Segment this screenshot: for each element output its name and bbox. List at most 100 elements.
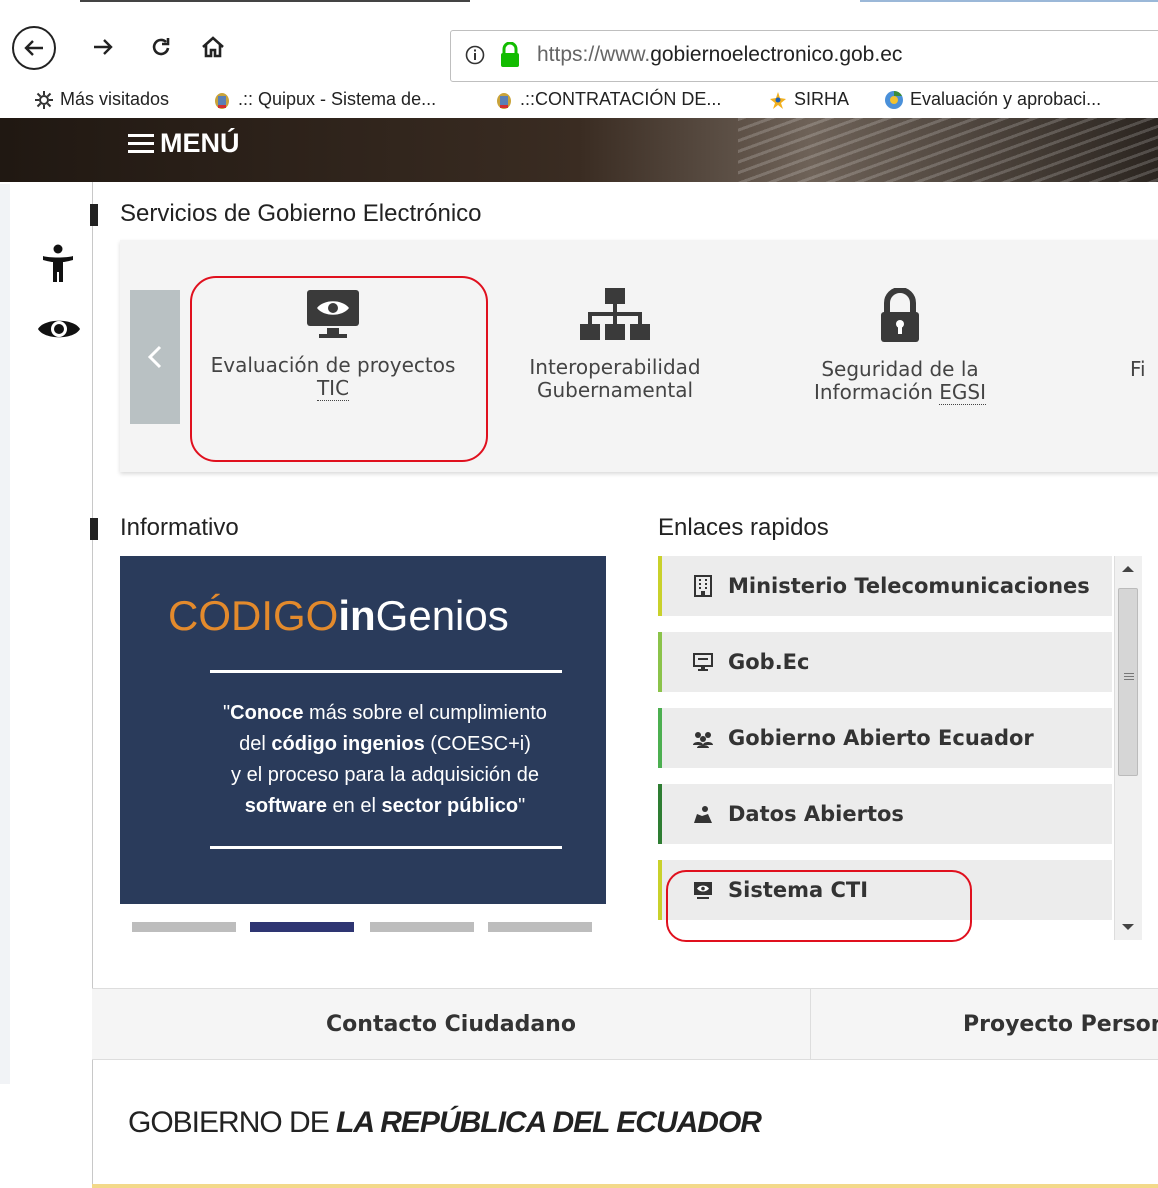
home-button[interactable] bbox=[198, 32, 228, 62]
banner-t1: más sobre el cumplimiento bbox=[303, 702, 547, 724]
menu-label: MENÚ bbox=[160, 128, 240, 158]
scroll-up-arrow[interactable] bbox=[1122, 566, 1134, 572]
footer-logo-b: LA REPÚBLICA DEL ECUADOR bbox=[336, 1106, 762, 1139]
scroll-thumb[interactable] bbox=[1118, 588, 1138, 776]
bookmark-evaluacion[interactable]: Evaluación y aprobaci... bbox=[884, 89, 1101, 110]
tab-indicator bbox=[860, 0, 1158, 2]
informativo-banner[interactable]: CÓDIGOinGenios " Conoce más sobre el cump… bbox=[120, 556, 606, 904]
footer-logo: GOBIERNO DE LA REPÚBLICA DEL ECUADOR bbox=[128, 1106, 762, 1140]
bookmark-label: Evaluación y aprobaci... bbox=[910, 89, 1102, 109]
banner-divider bbox=[210, 670, 562, 673]
partial-icon bbox=[1142, 288, 1158, 344]
services-title: Servicios de Gobierno Electrónico bbox=[120, 200, 482, 227]
reload-button[interactable] bbox=[146, 32, 176, 62]
padlock-icon bbox=[881, 288, 919, 342]
bookmark-quipux[interactable]: .:: Quipux - Sistema de... bbox=[212, 89, 436, 110]
banner-t4: en el bbox=[326, 795, 382, 817]
banner-t2-bold: código ingenios bbox=[271, 733, 425, 755]
section-marker bbox=[90, 518, 98, 540]
chevron-left-icon bbox=[147, 345, 162, 369]
banner-t1-bold: Conoce bbox=[230, 702, 304, 724]
building-icon bbox=[694, 575, 712, 597]
bookmark-label: .::CONTRATACIÓN DE... bbox=[520, 89, 722, 109]
ecuador-seal-icon bbox=[215, 92, 229, 109]
forward-button[interactable] bbox=[88, 32, 118, 62]
org-chart-icon bbox=[580, 288, 650, 340]
home-icon bbox=[202, 36, 224, 58]
banner-t2-end: (COESC+i) bbox=[424, 733, 531, 755]
hero-decoration bbox=[738, 118, 1158, 182]
slide-dot-2-active[interactable] bbox=[250, 922, 354, 932]
link-ministerio[interactable]: Ministerio Telecomunicaciones bbox=[658, 556, 1112, 616]
service-line2b: EGSI bbox=[939, 380, 987, 405]
link-gobierno-abierto[interactable]: Gobierno Abierto Ecuador bbox=[658, 708, 1112, 768]
eye-icon[interactable] bbox=[36, 314, 82, 344]
page-edge bbox=[0, 184, 10, 1084]
tab-contacto-ciudadano[interactable]: Contacto Ciudadano bbox=[92, 989, 810, 1059]
hamburger-icon bbox=[128, 133, 154, 154]
banner-heading: CÓDIGOinGenios bbox=[168, 592, 509, 640]
service-line2a: Información bbox=[813, 380, 940, 404]
gear-icon bbox=[35, 90, 53, 109]
quote-close: " bbox=[518, 795, 526, 817]
banner-heading-b: in bbox=[338, 592, 376, 639]
link-label: Ministerio Telecomunicaciones bbox=[728, 574, 1090, 598]
service-line1: Interoperabilidad bbox=[529, 355, 701, 379]
banner-t3: y el proceso para la adquisición de bbox=[231, 764, 539, 786]
scroll-grip bbox=[1124, 673, 1134, 683]
url-host: gobiernoelectronico.gob.ec bbox=[650, 43, 903, 66]
carousel-prev-button[interactable] bbox=[130, 290, 180, 424]
lock-icon[interactable] bbox=[499, 42, 521, 68]
highlight-oval-cti bbox=[666, 870, 972, 942]
bookmark-label: .:: Quipux - Sistema de... bbox=[238, 89, 437, 109]
enlaces-title: Enlaces rapidos bbox=[658, 514, 829, 541]
bookmarks-toolbar: Más visitados .:: Quipux - Sistema de...… bbox=[0, 84, 1158, 118]
bookmark-contratacion[interactable]: .::CONTRATACIÓN DE... bbox=[494, 89, 721, 110]
chrome-globe-icon bbox=[885, 90, 903, 109]
slide-dot-3[interactable] bbox=[370, 922, 474, 932]
link-datos-abiertos[interactable]: Datos Abiertos bbox=[658, 784, 1112, 844]
service-partial[interactable]: Fi bbox=[1130, 288, 1158, 381]
back-arrow-icon bbox=[24, 40, 43, 56]
enlaces-scrollbar[interactable] bbox=[1114, 556, 1142, 940]
service-line2: Gubernamental bbox=[536, 378, 694, 402]
bookmark-label: Más visitados bbox=[60, 89, 170, 109]
banner-t2: del bbox=[239, 733, 272, 755]
link-gobec[interactable]: Gob.Ec bbox=[658, 632, 1112, 692]
banner-t4-bold2: sector público bbox=[381, 795, 519, 817]
url-text: https://www.gobiernoelectronico.gob.ec bbox=[537, 43, 902, 67]
back-button[interactable] bbox=[12, 26, 56, 70]
tab-proyecto-persona[interactable]: Proyecto Persona bbox=[811, 989, 1158, 1059]
map-user-icon bbox=[694, 806, 712, 823]
menu-button[interactable]: MENÚ bbox=[128, 128, 240, 159]
bookmark-mas-visitados[interactable]: Más visitados bbox=[34, 89, 169, 110]
informativo-title: Informativo bbox=[120, 514, 239, 541]
active-tab-indicator bbox=[80, 0, 470, 2]
users-icon bbox=[693, 732, 713, 748]
service-seguridad-egsi[interactable]: Seguridad de la Información EGSI bbox=[775, 288, 1025, 405]
slide-dot-4[interactable] bbox=[488, 922, 592, 932]
ecuador-seal-icon bbox=[497, 92, 511, 109]
address-bar[interactable]: https://www.gobiernoelectronico.gob.ec bbox=[450, 30, 1158, 82]
service-line1: Seguridad de la bbox=[821, 357, 979, 381]
reload-icon bbox=[152, 38, 170, 56]
browser-navbar: https://www.gobiernoelectronico.gob.ec bbox=[0, 10, 1158, 84]
bottom-tabs: Contacto Ciudadano Proyecto Persona bbox=[92, 988, 1158, 1060]
scroll-down-arrow[interactable] bbox=[1122, 924, 1134, 930]
desktop-icon bbox=[693, 653, 713, 671]
info-icon[interactable] bbox=[465, 45, 485, 65]
footer-bar bbox=[92, 1184, 1158, 1188]
link-label: Datos Abiertos bbox=[728, 802, 904, 826]
banner-divider bbox=[210, 846, 562, 849]
bookmark-sirha[interactable]: SIRHA bbox=[768, 89, 849, 110]
section-marker bbox=[90, 204, 98, 226]
sirha-star-icon bbox=[770, 91, 786, 109]
service-interoperabilidad[interactable]: Interoperabilidad Gubernamental bbox=[495, 288, 735, 402]
accessibility-icon[interactable] bbox=[40, 244, 76, 284]
url-scheme: https://www. bbox=[537, 43, 651, 66]
slide-dot-1[interactable] bbox=[132, 922, 236, 932]
banner-text: " Conoce más sobre el cumplimiento del có… bbox=[180, 698, 590, 822]
highlight-oval-evaluacion bbox=[190, 276, 488, 462]
footer-logo-a: GOBIERNO DE bbox=[128, 1106, 337, 1139]
link-label: Gobierno Abierto Ecuador bbox=[728, 726, 1034, 750]
